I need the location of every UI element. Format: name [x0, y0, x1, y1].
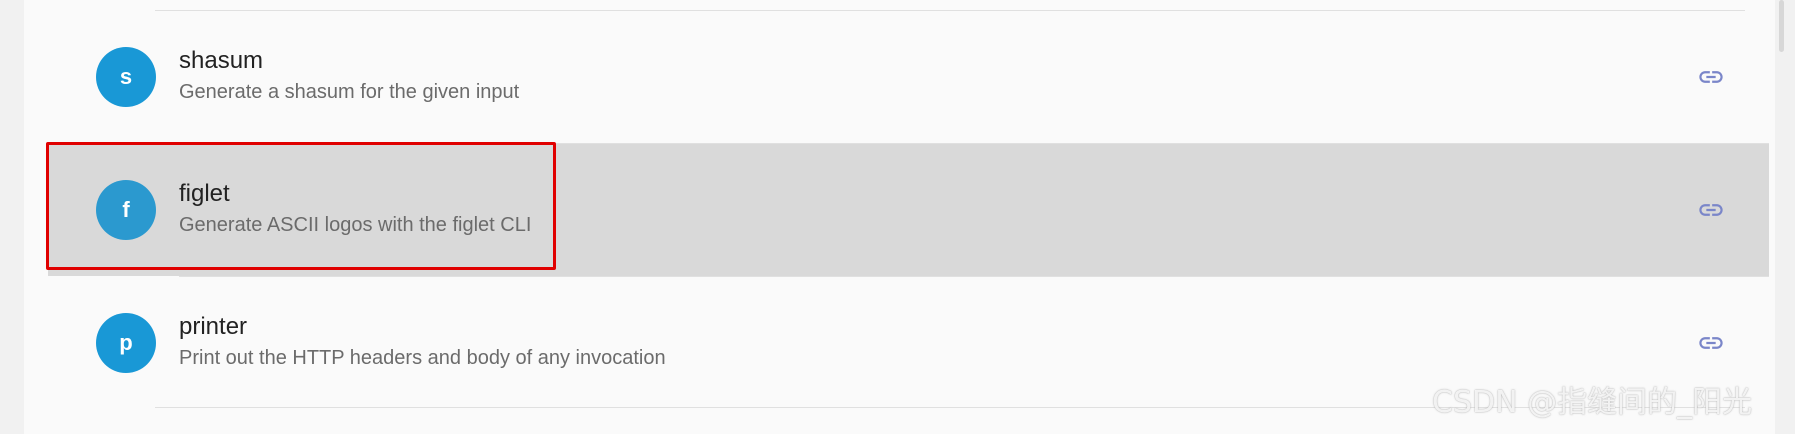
scrollbar-thumb[interactable]: [1779, 0, 1784, 52]
list-item-shasum[interactable]: s shasum Generate a shasum for the given…: [48, 11, 1769, 143]
function-list-panel: s shasum Generate a shasum for the given…: [24, 0, 1775, 434]
link-icon[interactable]: [1695, 196, 1727, 224]
avatar: p: [96, 313, 156, 373]
list-item-figlet[interactable]: f figlet Generate ASCII logos with the f…: [48, 144, 1769, 276]
watermark-text: CSDN @指缝间的_阳光: [1432, 385, 1753, 420]
function-description: Print out the HTTP headers and body of a…: [179, 347, 666, 369]
avatar: s: [96, 47, 156, 107]
function-name: figlet: [179, 180, 230, 207]
avatar: f: [96, 180, 156, 240]
function-name: shasum: [179, 47, 264, 74]
function-name: printer: [179, 313, 248, 340]
link-icon[interactable]: [1695, 63, 1727, 91]
link-icon[interactable]: [1695, 329, 1727, 357]
function-description: Generate ASCII logos with the figlet CLI: [179, 214, 532, 236]
function-description: Generate a shasum for the given input: [179, 81, 520, 103]
